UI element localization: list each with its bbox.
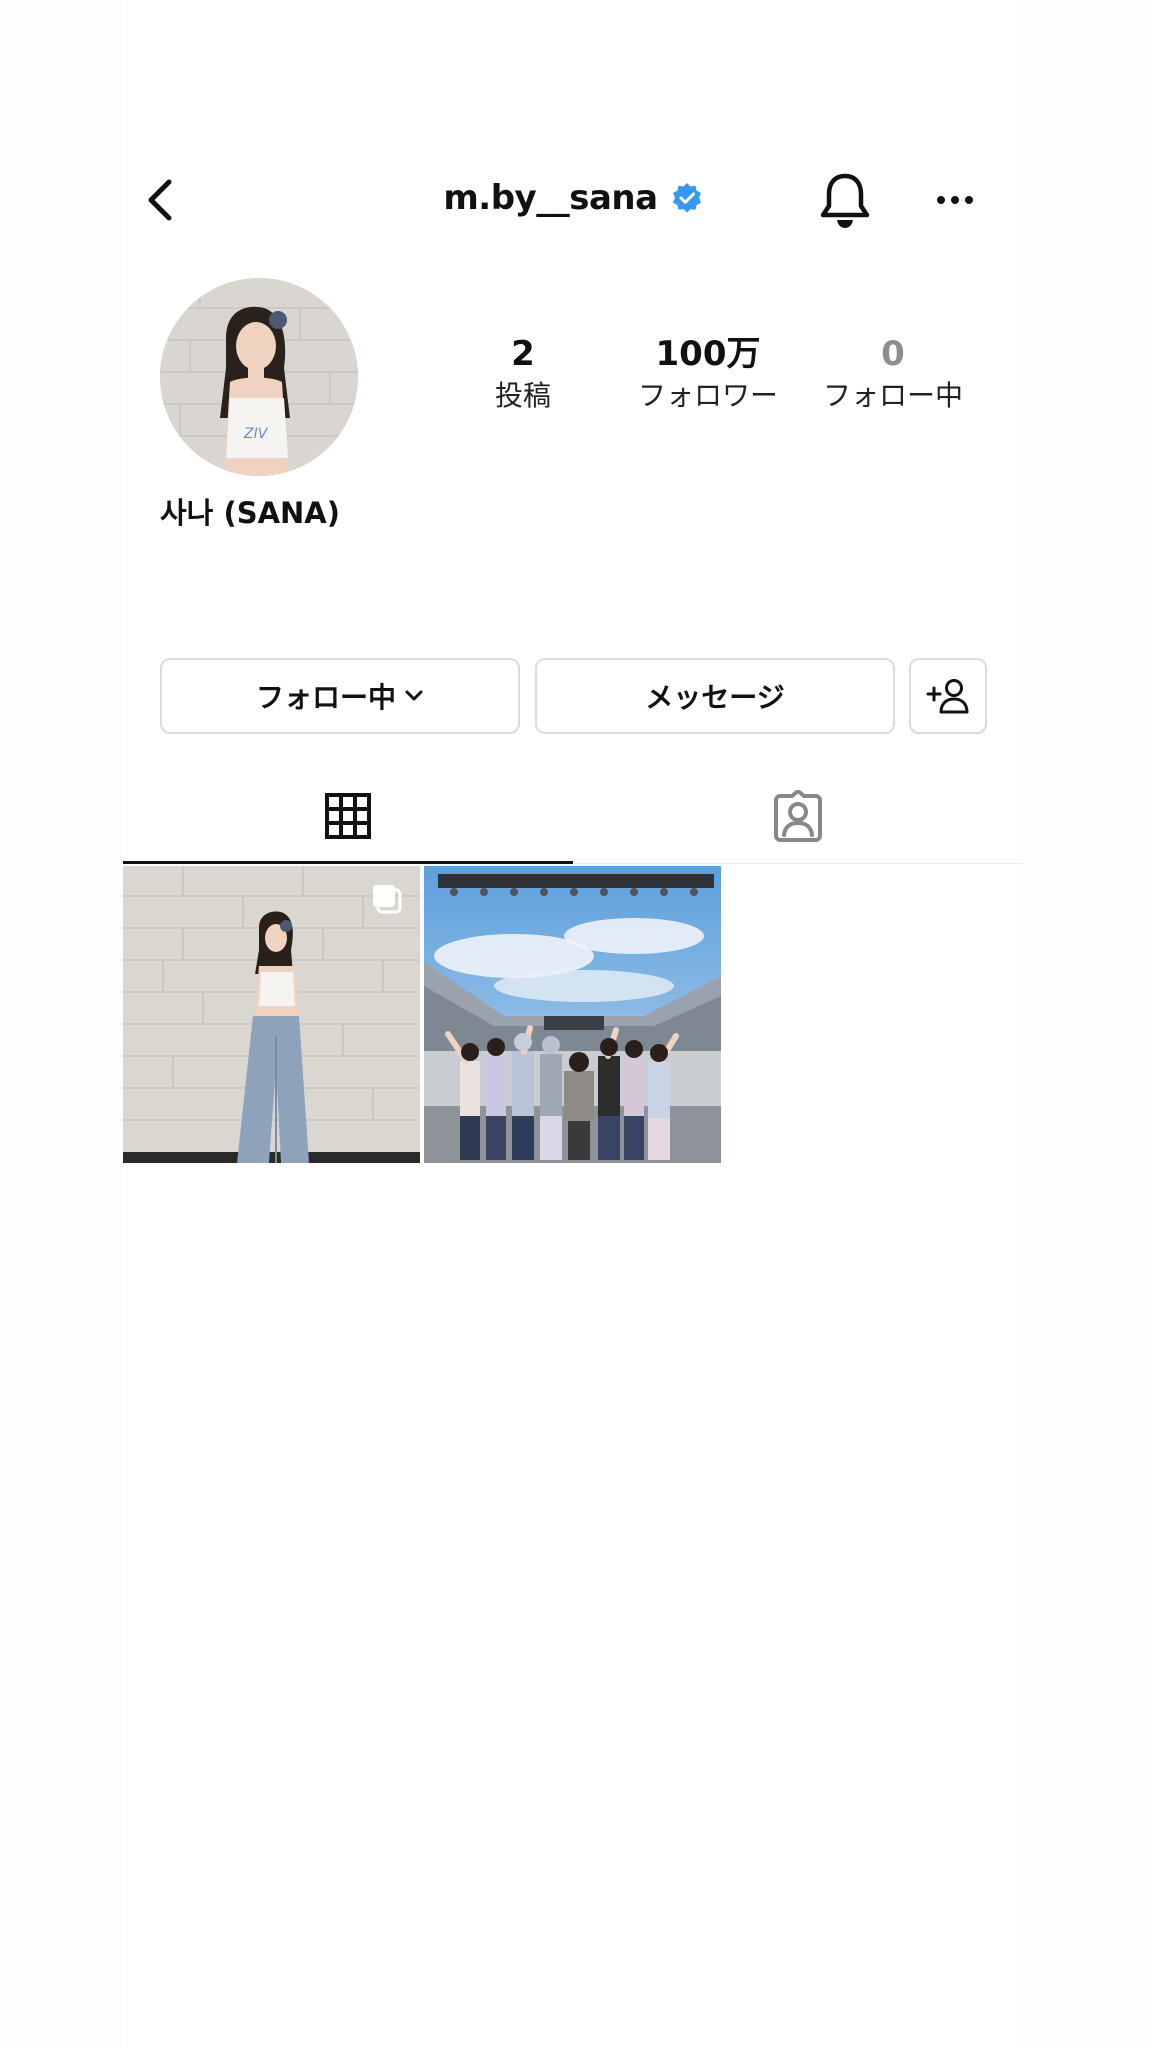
message-button[interactable]: メッセージ	[535, 658, 895, 734]
followers-label: フォロワー	[637, 379, 778, 412]
suggested-users-button[interactable]	[909, 658, 987, 734]
tab-tagged[interactable]	[573, 768, 1023, 864]
following-count: 0	[881, 334, 905, 374]
tagged-person-icon	[774, 790, 822, 842]
following-button-label: フォロー中	[255, 681, 396, 714]
verified-badge-icon	[672, 183, 701, 213]
following-label: フォロー中	[822, 379, 963, 412]
following-count-stat[interactable]: 0 フォロー中	[798, 332, 988, 416]
followers-count: 100万	[655, 334, 761, 374]
posts-count-stat[interactable]: 2 投稿	[428, 332, 618, 416]
page-title: m.by__sana	[443, 178, 658, 218]
profile-header: m.by__sana	[123, 160, 1023, 240]
chevron-down-icon	[405, 690, 423, 701]
add-person-icon	[926, 679, 969, 714]
grid-icon	[325, 793, 371, 839]
multiple-photos-icon	[373, 885, 402, 914]
profile-screen: m.by__sana ZIV 사나 (SANA) 2 投稿 100万 フォロワー…	[123, 0, 1023, 2048]
more-horizontal-icon	[937, 196, 973, 204]
header-title-wrap: m.by__sana	[123, 178, 1023, 218]
following-dropdown-button[interactable]: フォロー中	[160, 658, 520, 734]
bell-icon	[820, 173, 870, 229]
more-options-button[interactable]	[933, 182, 977, 218]
post-thumbnail-2[interactable]	[424, 866, 721, 1163]
followers-count-stat[interactable]: 100万 フォロワー	[613, 332, 803, 416]
avatar-photo: ZIV	[160, 278, 358, 476]
posts-label: 投稿	[494, 379, 551, 412]
message-button-label: メッセージ	[645, 681, 785, 714]
posts-count: 2	[511, 334, 535, 374]
svg-text:ZIV: ZIV	[243, 426, 269, 442]
post-thumbnail-1[interactable]	[123, 866, 420, 1163]
profile-avatar[interactable]: ZIV	[160, 278, 358, 476]
post-image-2	[424, 866, 721, 1163]
profile-display-name: 사나 (SANA)	[160, 496, 341, 530]
notification-bell-button[interactable]	[816, 170, 874, 230]
active-tab-indicator	[123, 861, 573, 864]
tab-posts-grid[interactable]	[123, 768, 573, 864]
